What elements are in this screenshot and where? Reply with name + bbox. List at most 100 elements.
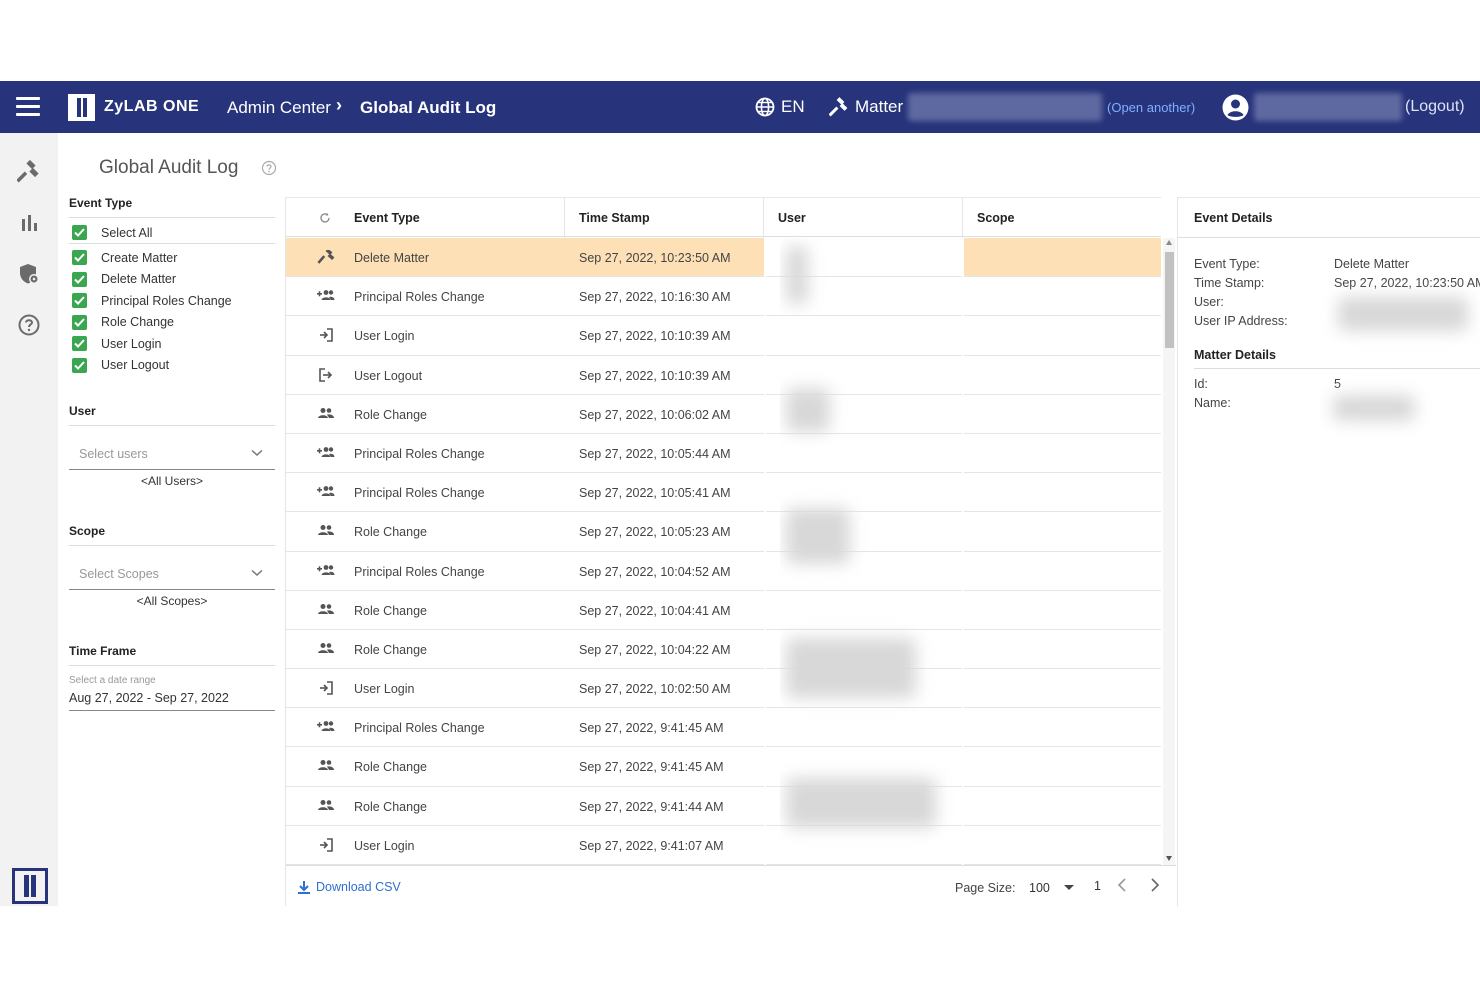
check-icon	[72, 250, 87, 266]
table-row[interactable]: Principal Roles Change Sep 27, 2022, 10:0…	[286, 473, 1161, 513]
event-type-cell: Principal Roles Change	[354, 564, 485, 579]
vertical-scrollbar[interactable]	[1163, 238, 1175, 865]
bar-chart-icon[interactable]	[17, 211, 41, 235]
detail-value-time-stamp: Sep 27, 2022, 10:23:50 AM	[1334, 276, 1480, 290]
event-type-cell: Principal Roles Change	[354, 486, 485, 501]
logout-link[interactable]: (Logout)	[1405, 98, 1465, 116]
time-stamp-cell: Sep 27, 2022, 10:05:23 AM	[579, 525, 731, 540]
time-stamp-cell: Sep 27, 2022, 10:06:02 AM	[579, 407, 731, 422]
language-switcher[interactable]: EN	[755, 97, 805, 117]
table-row[interactable]: User Login Sep 27, 2022, 10:02:50 AM	[286, 669, 1161, 709]
matter-label: Matter	[855, 97, 904, 116]
open-another-link[interactable]: (Open another)	[1107, 100, 1195, 115]
column-divider	[763, 198, 764, 238]
page-size-select[interactable]: 100	[1029, 881, 1050, 895]
page-number: 1	[1094, 879, 1101, 893]
login-icon	[317, 681, 335, 695]
caret-down-icon[interactable]	[1064, 885, 1074, 890]
select-scopes-dropdown[interactable]: Select Scopes	[69, 546, 275, 590]
filter-panel: Event Type Select All Create Matter Dele…	[69, 196, 275, 711]
hamburger-menu-icon[interactable]	[16, 97, 40, 117]
table-row[interactable]: Principal Roles Change Sep 27, 2022, 10:0…	[286, 434, 1161, 474]
scroll-up-arrow-icon[interactable]	[1166, 240, 1172, 245]
gavel-icon	[829, 97, 848, 117]
table-row[interactable]: Principal Roles Change Sep 27, 2022, 9:41…	[286, 708, 1161, 748]
role-change-icon	[317, 759, 335, 773]
event-type-cell: Principal Roles Change	[354, 290, 485, 305]
column-header-scope[interactable]: Scope	[977, 211, 1015, 225]
event-type-heading: Event Type	[69, 196, 275, 218]
chevron-left-icon[interactable]	[1117, 878, 1127, 892]
table-row[interactable]: User Login Sep 27, 2022, 10:10:39 AM	[286, 316, 1161, 356]
time-stamp-cell: Sep 27, 2022, 10:04:52 AM	[579, 564, 731, 579]
gavel-icon[interactable]	[17, 160, 41, 184]
role-change-icon	[317, 603, 335, 617]
event-type-label: Create Matter	[101, 250, 178, 265]
table-row[interactable]: Role Change Sep 27, 2022, 9:41:45 AM	[286, 747, 1161, 787]
table-row[interactable]: Role Change Sep 27, 2022, 10:05:23 AM	[286, 512, 1161, 552]
audit-log-table: Event Type Time Stamp User Scope Delete …	[285, 197, 1176, 906]
principal-roles-icon	[317, 289, 335, 303]
chevron-right-icon[interactable]	[1150, 878, 1160, 892]
refresh-icon[interactable]	[319, 212, 331, 224]
event-type-checkbox[interactable]: Role Change	[69, 312, 275, 334]
table-row[interactable]: Role Change Sep 27, 2022, 10:06:02 AM	[286, 395, 1161, 434]
scroll-down-arrow-icon[interactable]	[1166, 856, 1172, 861]
principal-roles-icon	[317, 485, 335, 499]
event-type-checkbox[interactable]: User Login	[69, 333, 275, 355]
event-type-checkbox[interactable]: User Logout	[69, 355, 275, 377]
event-type-cell: Role Change	[354, 525, 427, 540]
breadcrumb-admin-center[interactable]: Admin Center	[227, 98, 331, 118]
column-divider	[962, 198, 963, 238]
time-stamp-cell: Sep 27, 2022, 9:41:45 AM	[579, 721, 724, 736]
event-type-cell: Delete Matter	[354, 251, 430, 265]
time-stamp-cell: Sep 27, 2022, 10:05:44 AM	[579, 446, 731, 461]
event-type-cell: User Login	[354, 329, 415, 344]
column-header-user[interactable]: User	[778, 211, 806, 225]
principal-roles-icon	[317, 720, 335, 734]
event-type-cell: User Login	[354, 838, 415, 853]
download-csv-link[interactable]: Download CSV	[298, 880, 401, 894]
table-row[interactable]: User Logout Sep 27, 2022, 10:10:39 AM	[286, 356, 1161, 395]
time-stamp-cell: Sep 27, 2022, 9:41:45 AM	[579, 760, 724, 775]
help-icon[interactable]	[261, 160, 277, 176]
table-row[interactable]: Role Change Sep 27, 2022, 10:04:22 AM	[286, 630, 1161, 670]
check-icon	[72, 271, 87, 287]
detail-label: User:	[1194, 295, 1224, 309]
event-type-cell: Principal Roles Change	[354, 446, 485, 461]
table-row[interactable]: Role Change Sep 27, 2022, 10:04:41 AM	[286, 591, 1161, 630]
user-selection-summary: <All Users>	[140, 474, 204, 488]
select-all-checkbox[interactable]: Select All	[69, 218, 275, 244]
event-type-checkbox[interactable]: Principal Roles Change	[69, 290, 275, 312]
event-type-label: Role Change	[101, 315, 174, 330]
role-change-icon	[317, 524, 335, 538]
table-row[interactable]: Role Change Sep 27, 2022, 9:41:44 AM	[286, 787, 1161, 826]
help-circle-icon[interactable]	[17, 313, 41, 337]
table-row[interactable]: Principal Roles Change Sep 27, 2022, 10:0…	[286, 552, 1161, 591]
column-header-time-stamp[interactable]: Time Stamp	[579, 211, 650, 225]
download-csv-label: Download CSV	[316, 880, 401, 894]
detail-label: Time Stamp:	[1194, 276, 1265, 290]
user-name-redacted	[1254, 93, 1402, 121]
event-type-checkbox[interactable]: Delete Matter	[69, 269, 275, 291]
table-row[interactable]: Principal Roles Change Sep 27, 2022, 10:1…	[286, 277, 1161, 317]
event-type-label: User Logout	[101, 358, 170, 373]
event-type-cell: Role Change	[354, 760, 427, 775]
detail-label: User IP Address:	[1194, 314, 1288, 328]
scrollbar-thumb[interactable]	[1165, 252, 1174, 348]
login-icon	[317, 328, 335, 343]
table-row[interactable]: Delete Matter Sep 27, 2022, 10:23:50 AM	[286, 238, 1161, 278]
event-details-heading: Event Details	[1178, 197, 1480, 238]
account-circle-icon[interactable]	[1222, 94, 1249, 126]
time-stamp-cell: Sep 27, 2022, 10:05:41 AM	[579, 486, 731, 501]
column-header-event-type[interactable]: Event Type	[354, 211, 420, 225]
select-users-dropdown[interactable]: Select users	[69, 426, 275, 470]
role-change-icon	[317, 407, 335, 421]
event-type-checkbox[interactable]: Create Matter	[69, 247, 275, 269]
shield-settings-icon[interactable]	[17, 262, 41, 286]
time-stamp-cell: Sep 27, 2022, 9:41:44 AM	[579, 799, 724, 814]
date-range-input[interactable]: Aug 27, 2022 - Sep 27, 2022	[69, 686, 275, 711]
table-row[interactable]: User Login Sep 27, 2022, 9:41:07 AM	[286, 826, 1161, 865]
check-icon	[72, 314, 87, 330]
download-icon	[298, 880, 310, 894]
